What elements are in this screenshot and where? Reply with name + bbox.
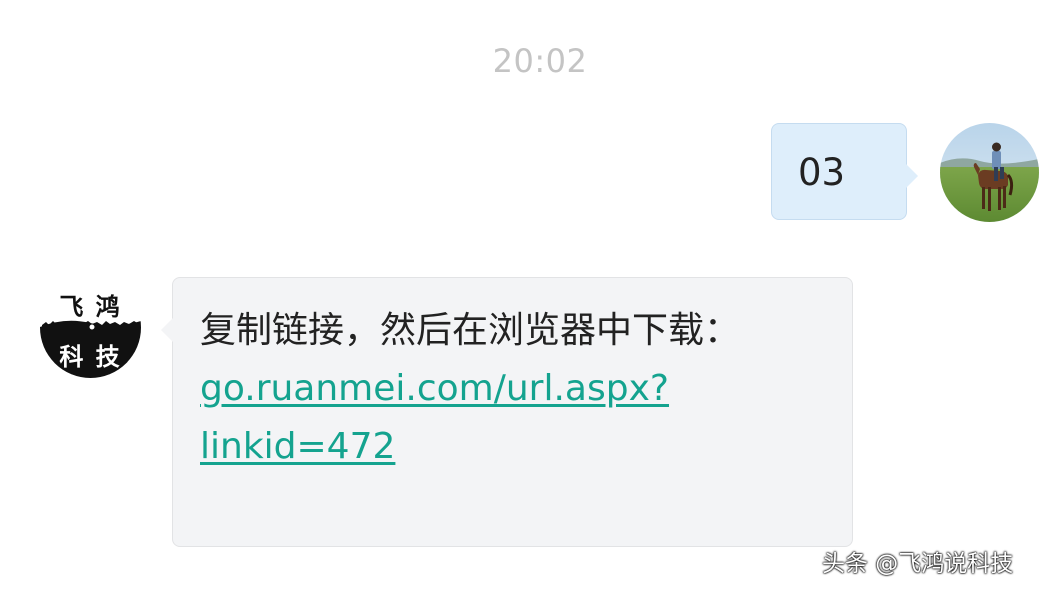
watermark: 头条 @飞鸿说科技 <box>822 547 1046 581</box>
message-timestamp: 20:02 <box>492 42 588 80</box>
incoming-message-text: 复制链接，然后在浏览器中下载： go.ruanmei.com/url.aspx?… <box>200 302 830 476</box>
watermark-text: 头条 @飞鸿说科技 <box>822 551 1014 577</box>
logo-top-text: 飞 鸿 <box>59 292 122 321</box>
download-link-part1[interactable]: go.ruanmei.com/url.aspx? <box>200 360 830 418</box>
incoming-message-bubble[interactable]: 复制链接，然后在浏览器中下载： go.ruanmei.com/url.aspx?… <box>161 277 853 547</box>
download-link-part2[interactable]: linkid=472 <box>200 418 830 476</box>
outgoing-message-bubble[interactable]: 03 <box>771 123 918 220</box>
message-instruction-text: 复制链接，然后在浏览器中下载： <box>200 310 741 351</box>
outgoing-message-text: 03 <box>798 151 846 194</box>
user-avatar[interactable] <box>940 123 1039 222</box>
logo-bottom-text: 科 技 <box>59 342 122 371</box>
sender-avatar[interactable]: 飞 鸿 科 技 <box>40 277 141 378</box>
horse-rider-photo-icon <box>940 123 1039 222</box>
